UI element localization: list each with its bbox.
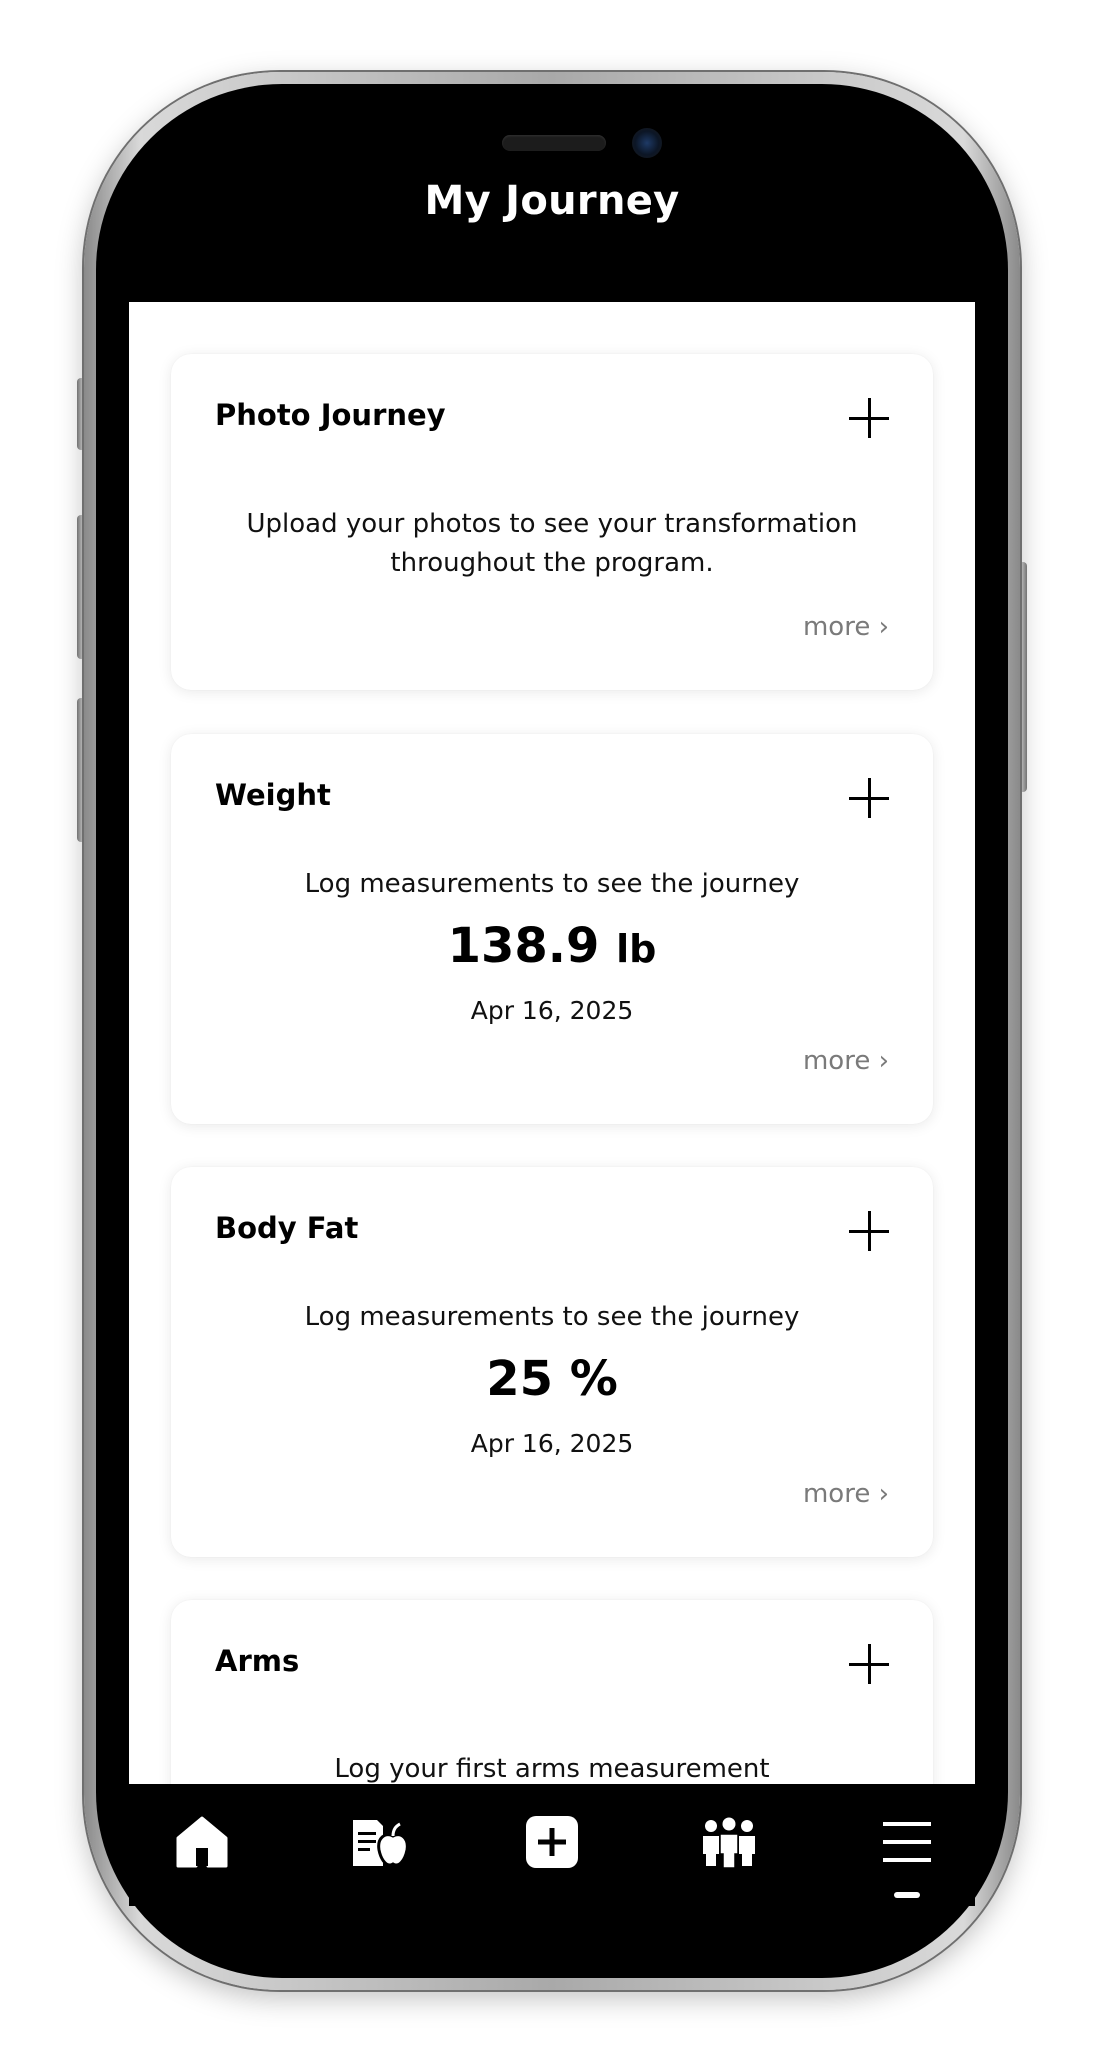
add-body-fat-button[interactable] xyxy=(849,1211,889,1251)
earpiece-speaker xyxy=(502,135,606,151)
community-icon xyxy=(703,1817,755,1869)
nav-menu[interactable] xyxy=(877,1812,937,1872)
card-title: Body Fat xyxy=(215,1211,359,1245)
card-description: Log your first arms measurement xyxy=(334,1754,770,1784)
page-title: My Journey xyxy=(424,178,680,224)
home-icon xyxy=(176,1816,228,1868)
nav-nutrition[interactable] xyxy=(349,1812,409,1872)
value-unit: % xyxy=(569,1351,618,1407)
nutrition-icon xyxy=(353,1820,409,1867)
weight-card: Weight Log measurements to see the journ… xyxy=(171,734,933,1124)
front-camera xyxy=(632,128,662,158)
menu-icon xyxy=(883,1822,931,1862)
body-fat-value: 25 % xyxy=(171,1351,933,1407)
nav-add[interactable] xyxy=(522,1812,582,1872)
card-title: Photo Journey xyxy=(215,398,446,432)
journey-scroll-area[interactable]: Photo Journey Upload your photos to see … xyxy=(129,302,975,1784)
weight-value: 138.9 lb xyxy=(171,918,933,974)
measurement-date: Apr 16, 2025 xyxy=(470,1429,634,1458)
value-unit: lb xyxy=(616,927,657,971)
body-fat-card: Body Fat Log measurements to see the jou… xyxy=(171,1167,933,1557)
add-photo-button[interactable] xyxy=(849,398,889,438)
more-link[interactable]: more › xyxy=(803,1479,889,1509)
nav-home[interactable] xyxy=(172,1812,232,1872)
more-link[interactable]: more › xyxy=(803,1046,889,1076)
card-title: Arms xyxy=(215,1644,300,1678)
add-icon xyxy=(526,1816,578,1868)
measurement-date: Apr 16, 2025 xyxy=(470,996,634,1025)
card-description: Log measurements to see the journey xyxy=(304,869,800,899)
card-description: Log measurements to see the journey xyxy=(304,1302,800,1332)
arms-card: Arms Log your first arms measurement xyxy=(171,1600,933,1784)
nav-community[interactable] xyxy=(699,1812,759,1872)
more-link[interactable]: more › xyxy=(803,612,889,642)
card-title: Weight xyxy=(215,778,331,812)
card-description: Upload your photos to see your transform… xyxy=(246,509,858,578)
add-weight-button[interactable] xyxy=(849,778,889,818)
active-tab-indicator xyxy=(894,1892,920,1898)
photo-journey-card: Photo Journey Upload your photos to see … xyxy=(171,354,933,690)
bottom-nav xyxy=(129,1784,975,1906)
add-arms-button[interactable] xyxy=(849,1644,889,1684)
value-number: 138.9 xyxy=(447,918,600,974)
value-number: 25 xyxy=(486,1351,553,1407)
